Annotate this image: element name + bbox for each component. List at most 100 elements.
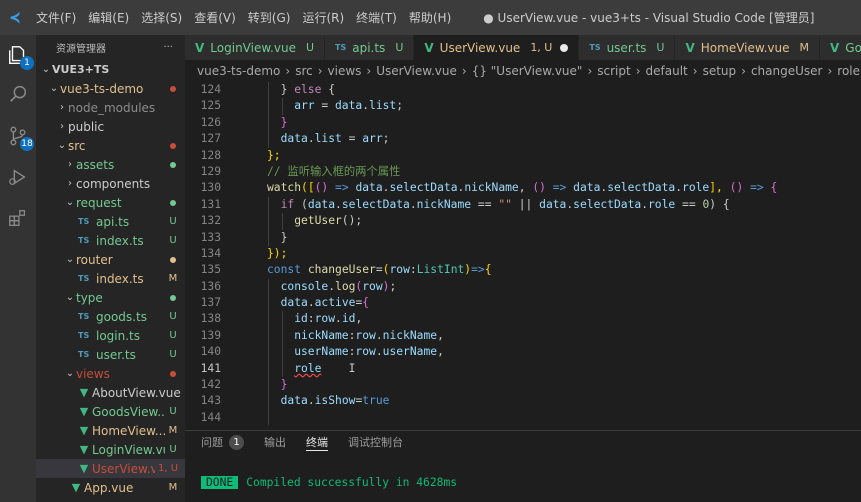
menu-item[interactable]: 终端(T) [350, 9, 403, 26]
breadcrumb-item[interactable]: {} "UserView.vue" [472, 64, 583, 78]
breadcrumb-item[interactable]: changeUser [751, 64, 823, 78]
breadcrumb-item[interactable]: default [646, 64, 688, 78]
editor-tab[interactable]: V HomeView.vue M [675, 35, 820, 60]
code-token: nickName [294, 328, 349, 342]
tree-file[interactable]: TS index.ts U [36, 231, 185, 250]
tree-folder[interactable]: ⌄ src [36, 136, 185, 155]
tree-folder[interactable]: › components [36, 174, 185, 193]
code-token: } [280, 83, 295, 96]
line-number: 132 [200, 214, 221, 228]
code-token: data [280, 296, 308, 310]
panel-tab[interactable]: 调试控制台 [348, 434, 403, 450]
tab-git-status: 1, U [530, 41, 553, 54]
tree-file[interactable]: TS user.ts U [36, 345, 185, 364]
panel-tab[interactable]: 终端 [306, 434, 328, 451]
code-token: . [409, 197, 417, 211]
breadcrumb-item[interactable]: setup [703, 64, 737, 78]
tree-folder[interactable]: ⌄ views [36, 364, 185, 383]
tree-item-label: goods.ts [96, 309, 147, 324]
tree-file[interactable]: TS api.ts U [36, 212, 185, 231]
menu-item[interactable]: 帮助(H) [403, 9, 457, 26]
indent-guide [281, 327, 283, 345]
code-token: => [750, 181, 764, 195]
extensions-icon[interactable] [6, 206, 30, 230]
tree-folder[interactable]: ⌄ router [36, 250, 185, 269]
code-token: userName [382, 345, 438, 359]
tree-file[interactable]: ▼ HomeView.... M [36, 421, 185, 440]
tab-git-status: U [656, 41, 665, 54]
code-token: data [573, 181, 601, 195]
tree-folder[interactable]: › public [36, 117, 185, 136]
tree-file[interactable]: ▼LoginView.vue U [36, 440, 185, 459]
menu-item[interactable]: 编辑(E) [82, 9, 135, 26]
tree-item-label: index.ts [96, 233, 144, 248]
breadcrumb-item[interactable]: script [597, 64, 630, 78]
indent-guide [268, 213, 269, 230]
indent-guide [281, 311, 283, 328]
tab-label: api.ts [352, 40, 386, 55]
panel-tab[interactable]: 输出 [264, 434, 286, 450]
indent-guide [268, 131, 269, 148]
tree-folder[interactable]: ⌄ VUE3+TS [36, 60, 185, 79]
search-icon[interactable] [6, 82, 30, 106]
terminal-output[interactable]: DONE Compiled successfully in 4628ms [201, 476, 457, 489]
editor-tab[interactable]: TS user.ts U [579, 35, 676, 60]
line-number: 124 [200, 83, 221, 96]
breadcrumb-item[interactable]: src [295, 64, 313, 78]
code-token: row [362, 279, 383, 293]
breadcrumb-item[interactable]: views [328, 64, 362, 78]
panel-tab[interactable]: 问题 1 [201, 434, 244, 450]
tree-folder[interactable]: › node_modules [36, 98, 185, 117]
tree-item-label: vue3-ts-demo [60, 81, 144, 96]
chevron-down-icon: ⌄ [65, 197, 75, 208]
tree-item-label: api.ts [96, 214, 130, 229]
tree-folder[interactable]: ⌄ request [36, 193, 185, 212]
tree-file[interactable]: ▼ App.vue M [36, 478, 185, 497]
tree-folder[interactable]: ⌄ vue3-ts-demo [36, 79, 185, 98]
code-token: selectData [573, 197, 642, 211]
breadcrumb-item[interactable]: vue3-ts-demo [197, 64, 280, 78]
tab-label: LoginView.vue [210, 40, 296, 55]
editor-tab[interactable]: TS api.ts U [325, 35, 415, 60]
vue-file-icon: V [424, 40, 434, 55]
tree-item-label: components [76, 176, 151, 191]
code-token: () [314, 181, 336, 195]
tree-file[interactable]: TS goods.ts U [36, 307, 185, 326]
tree-folder[interactable]: › assets [36, 155, 185, 174]
more-actions-button[interactable]: ··· [163, 42, 173, 53]
code-token: ([ [301, 181, 315, 195]
explorer-icon[interactable]: 1 [6, 43, 34, 70]
menu-item[interactable]: 查看(V) [188, 9, 242, 26]
tree-file[interactable]: TS login.ts U [36, 326, 185, 345]
breadcrumb-item[interactable]: UserView.vue [376, 64, 457, 78]
menu-item[interactable]: 选择(S) [135, 9, 188, 26]
code-editor[interactable]: 124} else {125 arr = data.list; 126} 127 dat… [185, 82, 861, 425]
unsaved-dot-icon[interactable] [560, 43, 569, 52]
tree-file[interactable]: ▼ GoodsView.... U [36, 402, 185, 421]
line-number: 141 [200, 361, 221, 375]
tree-item-label: GoodsView.... [92, 404, 165, 419]
menu-item[interactable]: 文件(F) [30, 9, 82, 26]
tab-git-status: U [305, 41, 315, 54]
source-control-icon[interactable]: 18 [6, 124, 34, 151]
run-debug-icon[interactable] [6, 165, 30, 189]
editor-tab[interactable]: V GoodsVi [820, 35, 861, 60]
tree-file[interactable]: ▼ AboutView.vue [36, 383, 185, 402]
tree-item-label: type [76, 290, 103, 305]
tree-file[interactable]: TS index.ts M [36, 269, 185, 288]
typescript-file-icon: TS [78, 217, 90, 226]
indent-guide [281, 213, 283, 230]
code-token: data [280, 394, 308, 408]
breadcrumb-item[interactable]: role [837, 64, 860, 78]
editor-tab[interactable]: V UserView.vue 1, U [414, 35, 580, 60]
editor-tab[interactable]: V LoginView.vue U [185, 35, 326, 60]
menu-item[interactable]: 转到(G) [242, 9, 297, 26]
code-token: role [682, 181, 710, 195]
indent-guide [281, 344, 283, 361]
indent-guide [268, 295, 269, 312]
tree-file[interactable]: ▼UserView.v...1, U [36, 459, 185, 478]
breadcrumb: vue3-ts-demo › src › views › UserView.vue › {} "… [185, 60, 861, 82]
code-line: 144 [185, 409, 861, 425]
tree-folder[interactable]: ⌄ type [36, 288, 185, 307]
menu-item[interactable]: 运行(R) [296, 9, 350, 26]
